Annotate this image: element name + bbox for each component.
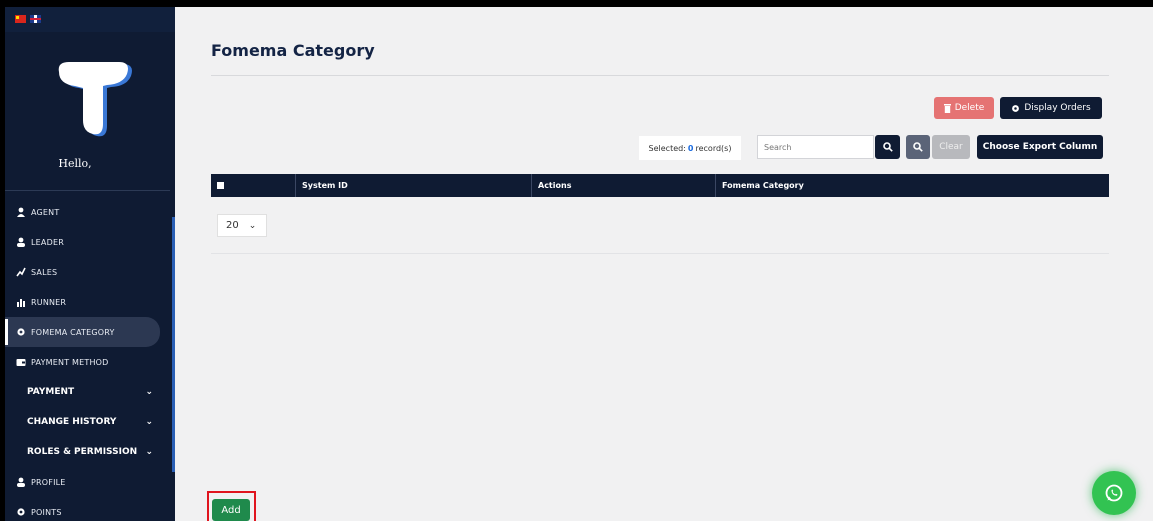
wallet-icon xyxy=(15,356,27,368)
agent-icon xyxy=(15,206,27,218)
user-icon xyxy=(15,476,27,488)
clear-button[interactable]: Clear xyxy=(932,135,970,159)
chevron-down-icon: ⌄ xyxy=(145,387,153,397)
column-header-system-id[interactable]: System ID xyxy=(296,174,532,197)
sidebar-item-payment-method[interactable]: PAYMENT METHOD xyxy=(5,347,165,377)
page-size-value: 20 xyxy=(226,220,239,231)
sidebar-item-label: PROFILE xyxy=(31,477,66,487)
column-header-actions: Actions xyxy=(532,174,716,197)
sidebar-divider xyxy=(5,190,170,191)
delete-label: Delete xyxy=(954,103,985,113)
sidebar-item-agent[interactable]: AGENT xyxy=(5,197,165,227)
search-input[interactable] xyxy=(757,135,874,159)
advanced-search-button[interactable] xyxy=(906,135,930,159)
delete-button[interactable]: Delete xyxy=(934,97,994,119)
search-icon xyxy=(882,142,893,152)
sidebar-group-roles-permission[interactable]: ROLES & PERMISSION ⌄ xyxy=(5,437,165,467)
chart-icon xyxy=(15,296,27,308)
sidebar-item-label: LEADER xyxy=(31,237,64,247)
sidebar-item-profile[interactable]: PROFILE xyxy=(5,467,165,497)
user-icon xyxy=(15,236,27,248)
page-size-select[interactable]: 20 ⌄ xyxy=(217,214,267,237)
sidebar-item-label: PAYMENT METHOD xyxy=(31,357,109,367)
chevron-down-icon: ⌄ xyxy=(145,447,153,457)
trash-icon xyxy=(943,103,951,113)
chevron-down-icon: ⌄ xyxy=(145,417,153,427)
language-bar xyxy=(5,7,175,32)
sales-icon xyxy=(15,266,27,278)
title-divider xyxy=(211,75,1109,76)
table-footer-divider xyxy=(211,253,1109,254)
search-button[interactable] xyxy=(875,135,900,159)
chinese-flag-icon[interactable] xyxy=(15,15,26,23)
uk-flag-icon[interactable] xyxy=(30,15,41,23)
gear-icon xyxy=(1012,104,1020,112)
search-icon xyxy=(913,142,923,152)
chevron-down-icon: ⌄ xyxy=(248,220,257,231)
sidebar-item-label: POINTS xyxy=(31,507,62,517)
choose-export-column-button[interactable]: Choose Export Column xyxy=(977,135,1103,159)
sidebar-item-label: SALES xyxy=(31,267,58,277)
sidebar-group-label: ROLES & PERMISSION xyxy=(27,447,138,457)
sidebar-item-label: AGENT xyxy=(31,207,60,217)
selected-suffix: record(s) xyxy=(695,143,732,153)
display-orders-button[interactable]: Display Orders xyxy=(1000,97,1102,119)
logo-icon xyxy=(58,62,132,137)
add-button[interactable]: Add xyxy=(212,499,250,521)
main-content: Fomema Category Delete Display Orders Se… xyxy=(175,7,1153,521)
sidebar-group-label: CHANGE HISTORY xyxy=(27,417,117,427)
display-orders-label: Display Orders xyxy=(1024,103,1091,113)
table-header: System ID Actions Fomema Category xyxy=(211,174,1109,197)
sidebar-item-label: FOMEMA CATEGORY xyxy=(31,327,115,337)
select-all-checkbox[interactable] xyxy=(217,182,224,189)
selected-count: 0 xyxy=(687,143,694,153)
selected-records: Selected: 0 record(s) xyxy=(639,136,741,160)
selected-prefix: Selected: xyxy=(648,143,686,153)
sidebar-item-runner[interactable]: RUNNER xyxy=(5,287,165,317)
page-title: Fomema Category xyxy=(211,41,375,60)
gear-icon xyxy=(15,506,27,518)
sidebar-group-change-history[interactable]: CHANGE HISTORY ⌄ xyxy=(5,407,165,437)
sidebar-item-label: RUNNER xyxy=(31,297,67,307)
whatsapp-icon xyxy=(1105,484,1123,502)
gear-icon xyxy=(15,326,27,338)
sidebar-group-payment[interactable]: PAYMENT ⌄ xyxy=(5,377,165,407)
sidebar-nav: AGENT LEADER SALES RUNNER FOMEMA CATEGOR… xyxy=(5,197,165,521)
sidebar: Hello, AGENT LEADER SALES RUNNER FOMEMA … xyxy=(5,7,175,521)
select-all-cell xyxy=(211,174,296,197)
sidebar-item-leader[interactable]: LEADER xyxy=(5,227,165,257)
sidebar-item-sales[interactable]: SALES xyxy=(5,257,165,287)
column-header-fomema-category[interactable]: Fomema Category xyxy=(716,174,1109,197)
whatsapp-button[interactable] xyxy=(1092,471,1136,515)
sidebar-item-fomema-category[interactable]: FOMEMA CATEGORY xyxy=(5,317,160,347)
sidebar-item-points[interactable]: POINTS xyxy=(5,497,165,521)
greeting: Hello, xyxy=(58,157,92,170)
sidebar-group-label: PAYMENT xyxy=(27,387,75,397)
